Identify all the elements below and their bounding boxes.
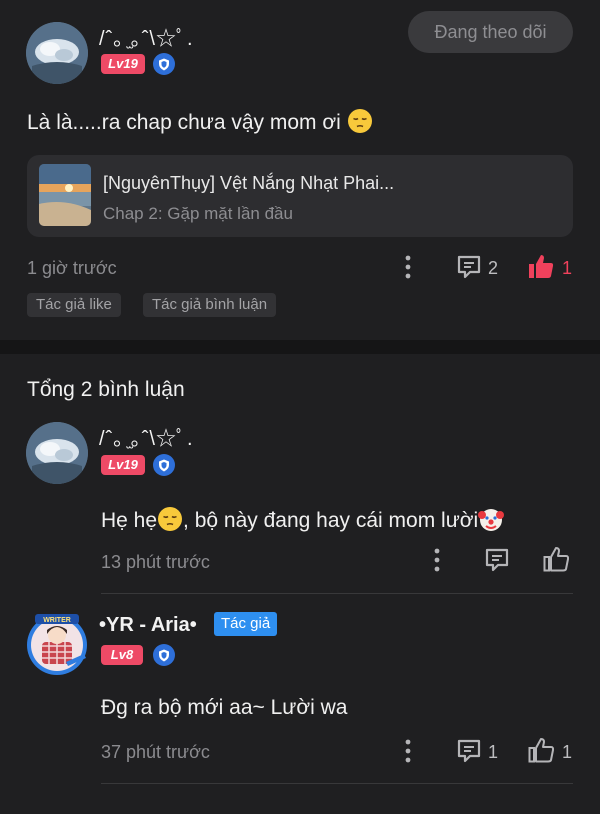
pensive-face-emoji [158,507,183,531]
chapter-card[interactable]: [NguyênThụy] Vệt Nắng Nhạt Phai... Chap … [27,155,573,237]
following-button[interactable]: Đang theo dõi [408,11,573,53]
shield-icon [153,53,175,75]
author-tag: Tác giả [214,612,278,636]
comment-icon[interactable] [455,253,483,281]
comment-separator [101,783,573,784]
like-count: 1 [562,258,573,278]
comment-icon[interactable] [483,546,511,574]
shield-icon [153,454,175,476]
shield-icon [153,644,175,666]
thumb-up-icon[interactable] [542,545,570,573]
chapter-subtitle: Chap 2: Gặp mặt lần đầu [103,204,293,223]
comment-text: Hẹ hẹ, bộ này đang hay cái mom lười [101,506,505,533]
chapter-title: [NguyênThụy] Vệt Nắng Nhạt Phai... [103,173,395,193]
thumb-up-icon[interactable] [527,252,555,280]
comment-separator [101,593,573,594]
writer-badge-text: WRITER [43,617,71,624]
level-badge: Lv19 [101,54,145,74]
post-time: 1 giờ trước [27,258,117,278]
user-name[interactable]: /ˆ｡ ̫｡ˆ\☆ﾟ. [99,22,194,51]
pensive-face-emoji [347,109,372,133]
comment-count: 1 [488,742,499,762]
more-icon[interactable] [398,738,418,764]
avatar[interactable] [26,22,88,84]
tag-author-like: Tác giả like [27,293,121,317]
clown-face-emoji [478,509,505,531]
level-badge: Lv19 [101,455,145,475]
user-name[interactable]: /ˆ｡ ̫｡ˆ\☆ﾟ. [99,422,194,451]
thumb-up-icon[interactable] [527,736,555,764]
section-divider [0,340,600,354]
comment-time: 37 phút trước [101,742,210,762]
more-icon[interactable] [398,254,418,280]
avatar[interactable]: WRITER [22,608,92,678]
like-count: 1 [562,742,573,762]
comment-count: 2 [488,258,499,278]
user-name[interactable]: •YR - Aria• [99,614,197,637]
post-text: Là là.....ra chap chưa vậy mom ơi [27,108,373,135]
comments-header: Tổng 2 bình luận [27,378,185,401]
comment-time: 13 phút trước [101,552,210,572]
comment-icon[interactable] [455,737,483,765]
chapter-thumbnail [39,164,91,226]
level-badge: Lv8 [101,645,143,665]
avatar[interactable] [26,422,88,484]
comment-text: Đg ra bộ mới aa~ Lười wa [101,696,348,719]
more-icon[interactable] [427,547,447,573]
tag-author-comment: Tác giả bình luận [143,293,277,317]
